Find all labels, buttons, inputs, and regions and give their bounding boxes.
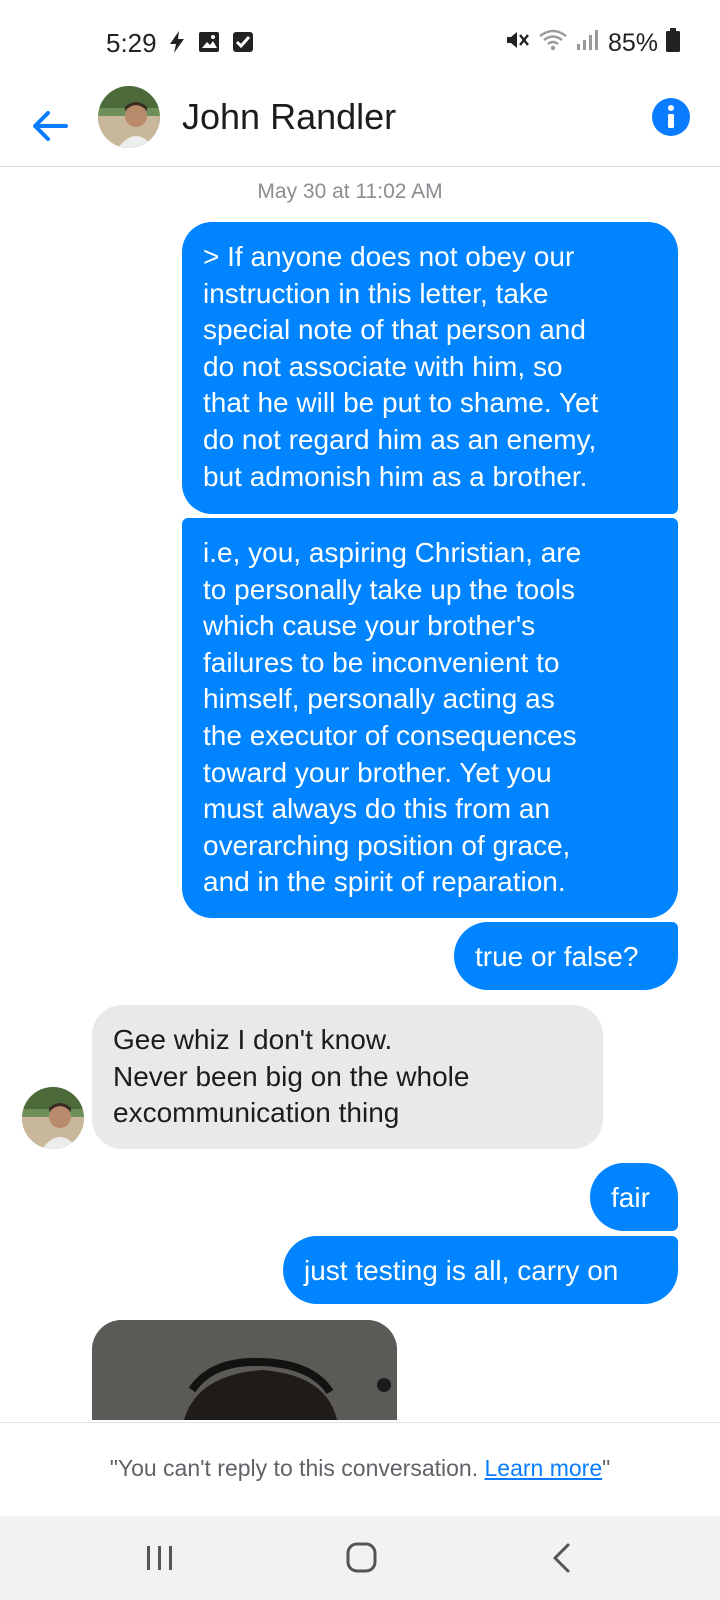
bolt-icon <box>168 30 186 59</box>
sent-message[interactable]: fair <box>590 1163 678 1231</box>
footer-notice-text: "You can't reply to this conversation. <box>109 1455 485 1481</box>
battery-percent: 85% <box>607 29 658 57</box>
sent-message[interactable]: just testing is all, carry on <box>283 1236 678 1304</box>
info-button[interactable] <box>652 98 690 136</box>
battery-icon <box>666 28 680 59</box>
info-icon <box>668 105 674 128</box>
sent-message[interactable]: > If anyone does not obey our instructio… <box>182 222 678 514</box>
arrow-left-icon <box>33 111 68 141</box>
page-title[interactable]: John Randler <box>182 96 396 138</box>
system-nav-bar <box>0 1516 720 1600</box>
checkbox-icon <box>232 31 254 58</box>
sent-message[interactable]: i.e, you, aspiring Christian, are to per… <box>182 518 678 918</box>
back-icon <box>553 1543 570 1573</box>
learn-more-link[interactable]: Learn more <box>485 1455 603 1481</box>
recent-apps-button[interactable] <box>135 1538 185 1578</box>
home-button[interactable] <box>337 1538 387 1578</box>
status-time: 5:29 <box>106 28 157 58</box>
back-button[interactable] <box>28 104 72 148</box>
mute-icon <box>504 28 530 59</box>
home-icon <box>346 1542 377 1573</box>
recent-apps-icon <box>147 1546 172 1570</box>
footer-notice-end: " <box>602 1455 611 1481</box>
sender-avatar[interactable] <box>22 1087 84 1149</box>
avatar[interactable] <box>98 86 160 148</box>
image-icon <box>198 31 220 58</box>
conversation-header: John Randler <box>0 86 720 167</box>
signal-icon <box>576 28 600 59</box>
footer-notice: "You can't reply to this conversation. L… <box>0 1455 720 1482</box>
status-bar: 5:29 85% <box>0 0 720 86</box>
received-message[interactable]: Gee whiz I don't know. Never been big on… <box>92 1005 603 1149</box>
wifi-icon <box>538 28 568 59</box>
message-timestamp: May 30 at 11:02 AM <box>257 180 443 203</box>
photo-message[interactable] <box>92 1320 397 1420</box>
system-back-button[interactable] <box>537 1538 587 1578</box>
sent-message[interactable]: true or false? <box>454 922 678 990</box>
reply-disabled-footer: "You can't reply to this conversation. L… <box>0 1422 720 1517</box>
